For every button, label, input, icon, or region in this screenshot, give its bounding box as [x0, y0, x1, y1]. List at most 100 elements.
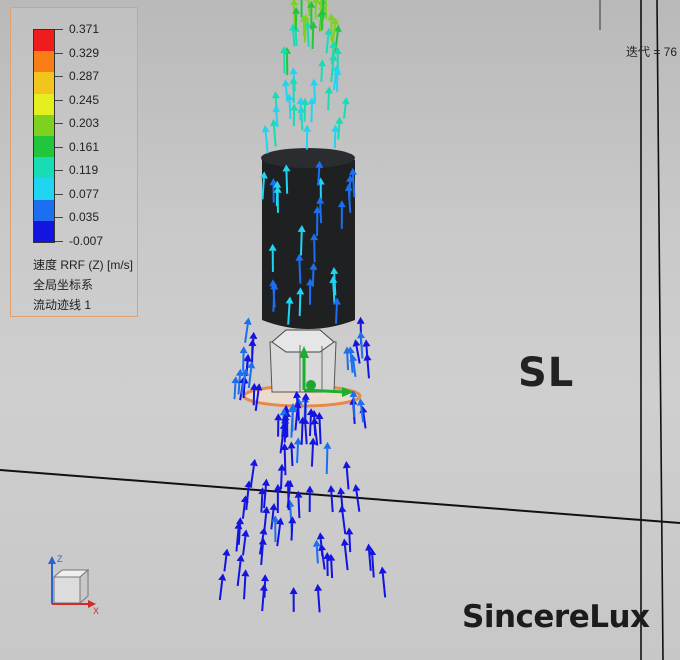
triad-x-label: X [93, 606, 99, 616]
velocity-arrow-shaft [381, 573, 387, 598]
legend-value: 0.035 [69, 210, 100, 225]
velocity-arrow-head [337, 487, 346, 495]
legend-band [34, 93, 54, 115]
brand-watermark: SincereLux [462, 599, 650, 635]
velocity-arrow-shaft [298, 294, 302, 317]
viewport-3d[interactable]: 0.371 0.329 0.287 0.245 0.203 0.161 0.119 0.077… [0, 0, 680, 660]
velocity-arrow-shaft [294, 31, 298, 47]
velocity-arrow-shaft [285, 171, 289, 194]
velocity-arrow-head [290, 0, 299, 6]
velocity-arrow-head [236, 554, 245, 562]
velocity-arrow-shaft [306, 27, 310, 47]
velocity-arrow-head [249, 458, 258, 467]
velocity-arrow-shaft [242, 536, 247, 556]
legend-band [34, 30, 54, 52]
velocity-arrow-head [310, 78, 319, 86]
velocity-arrow-head [327, 484, 336, 493]
triad-z-label: Z [57, 554, 63, 564]
triad-z-head [48, 556, 56, 564]
velocity-arrow-shaft [317, 167, 321, 186]
velocity-arrow-shaft [343, 545, 349, 571]
legend-band [34, 157, 54, 179]
velocity-arrow-shaft [249, 465, 255, 487]
velocity-arrow-shaft [292, 30, 296, 47]
velocity-arrow-head [327, 13, 336, 21]
velocity-arrow-head [271, 91, 280, 99]
velocity-arrow-shaft [293, 5, 296, 26]
legend-quantity-label: 速度 RRF (Z) [m/s] [33, 258, 133, 272]
velocity-arrow-shaft [237, 523, 242, 545]
velocity-arrow-shaft [283, 450, 287, 476]
velocity-arrow-shaft [314, 2, 318, 19]
velocity-arrow-shaft [273, 125, 277, 147]
legend-band [34, 72, 54, 94]
legend-value: 0.329 [69, 45, 100, 60]
velocity-arrow-head [357, 331, 366, 339]
legend-value: 0.161 [69, 139, 100, 154]
velocity-arrow-shaft [348, 534, 352, 553]
velocity-arrow-shaft [276, 524, 282, 547]
domain-edge-line [0, 469, 680, 524]
cylinder-top [261, 148, 355, 168]
legend-tick [55, 170, 63, 172]
velocity-arrow-shaft [311, 27, 315, 50]
legend-value: 0.203 [69, 116, 100, 131]
velocity-arrow-shaft [318, 418, 322, 445]
legend-tick [55, 217, 63, 219]
velocity-arrow-shaft [320, 66, 324, 82]
legend-value: 0.287 [69, 69, 100, 84]
velocity-arrow-head [222, 548, 231, 557]
velocity-arrow-shaft [315, 546, 319, 564]
velocity-arrow-shaft [290, 523, 294, 541]
legend-band [34, 136, 54, 158]
velocity-arrow-shaft [300, 423, 304, 445]
velocity-arrow-shaft [261, 178, 265, 200]
velocity-arrow-shaft [275, 111, 279, 128]
legend-band [34, 114, 54, 137]
velocity-arrow-head [218, 573, 227, 581]
velocity-arrow-shaft [352, 396, 356, 417]
velocity-arrow-head [365, 543, 374, 551]
velocity-arrow-shaft [263, 512, 268, 534]
velocity-arrow-head [340, 538, 349, 546]
velocity-arrow-head [241, 529, 250, 537]
velocity-arrow-shaft [243, 576, 247, 600]
velocity-arrow-shaft [355, 490, 361, 512]
velocity-arrow-shaft [313, 85, 317, 102]
legend-value: 0.077 [69, 186, 100, 201]
velocity-arrow-shaft [319, 203, 323, 224]
velocity-arrow-shaft [300, 112, 304, 131]
velocity-arrow-shaft [218, 580, 224, 601]
velocity-arrow-head [341, 96, 350, 105]
domain-edge-line [656, 0, 664, 660]
velocity-arrow-head [289, 587, 298, 595]
velocity-arrow-head [258, 537, 267, 545]
velocity-arrow-head [314, 583, 323, 592]
legend-coordinate-system: 全局坐标系 [33, 278, 94, 292]
velocity-arrow-head [281, 79, 290, 87]
sl-watermark: SL [518, 350, 575, 396]
legend-value: 0.119 [69, 163, 99, 178]
legend-band [34, 220, 54, 243]
velocity-arrow-shaft [355, 345, 361, 364]
velocity-arrow-head [378, 566, 387, 574]
velocity-arrow-head [243, 353, 252, 362]
velocity-arrow-shaft [223, 555, 228, 572]
legend-value: 0.371 [69, 22, 100, 36]
velocity-arrow-shaft [304, 423, 308, 445]
velocity-arrow-head [269, 503, 278, 511]
legend-band [34, 199, 54, 221]
velocity-arrow-shaft [310, 444, 314, 467]
velocity-arrow-head [288, 516, 297, 524]
axis-triad-icon[interactable]: Z X [40, 552, 110, 622]
velocity-arrow-head [323, 441, 332, 449]
velocity-arrow-shaft [297, 497, 301, 519]
velocity-arrow-shaft [335, 304, 338, 324]
velocity-arrow-head [324, 86, 333, 94]
velocity-arrow-shaft [327, 93, 330, 111]
velocity-arrow-shaft [325, 448, 329, 475]
velocity-arrow-shaft [280, 470, 283, 490]
velocity-arrow-shaft [341, 511, 347, 535]
legend-value: -0.007 [69, 234, 104, 248]
velocity-arrow-shaft [337, 123, 341, 140]
